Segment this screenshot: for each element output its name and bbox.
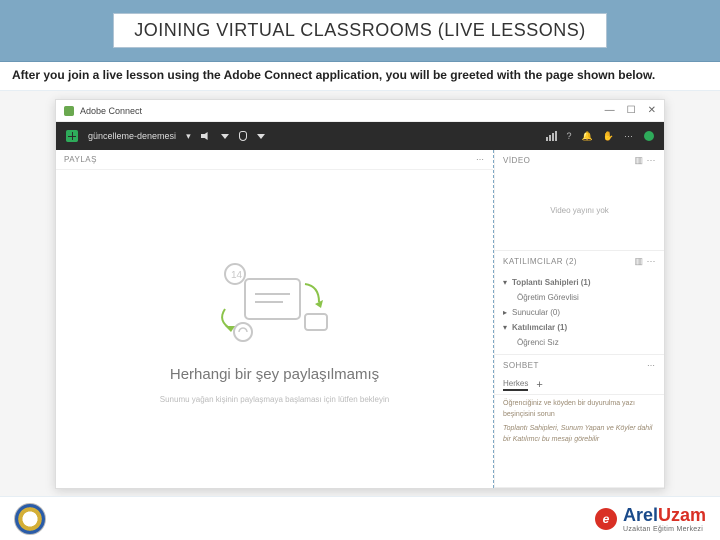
share-pod-header: PAYLAŞ ⋯ [56, 150, 493, 170]
chevron-down-icon: ▾ [503, 323, 507, 332]
logo-e-icon: e [595, 508, 617, 530]
app-icon [64, 106, 74, 116]
speaker-dropdown-icon[interactable] [221, 134, 229, 139]
app-name: Adobe Connect [80, 106, 142, 116]
share-pod-menu-icon[interactable]: ⋯ [476, 155, 485, 164]
video-pod: VİDEO ▥ ⋯ Video yayını yok [495, 150, 664, 251]
presenters-group-label: Sunucular (0) [512, 308, 560, 317]
room-name[interactable]: güncelleme-denemesi [88, 131, 176, 141]
brand-accent: Uzam [658, 505, 706, 525]
more-icon[interactable]: ⋯ [624, 131, 634, 142]
svg-text:14: 14 [231, 270, 243, 281]
hosts-group[interactable]: ▾ Toplantı Sahipleri (1) [503, 275, 656, 290]
app-body: PAYLAŞ ⋯ 14 [56, 150, 664, 488]
layouts-icon[interactable] [66, 130, 78, 142]
chat-add-tab[interactable]: + [536, 379, 542, 391]
participants-pod-menu-icon[interactable]: ▥ ⋯ [634, 256, 656, 267]
share-empty-state: 14 Herhangi bir şey paylaşılmamış Sunumu… [56, 170, 493, 488]
connection-icon[interactable] [546, 131, 557, 141]
notifications-icon[interactable]: 🔔 [582, 131, 593, 142]
attendees-group[interactable]: ▾ Katılımcılar (1) [503, 320, 656, 335]
host-name: Öğretim Görevlisi [517, 293, 579, 302]
screenshot-container: Adobe Connect — ☐ ✕ güncelleme-denemesi … [0, 91, 720, 489]
chat-pod-title: SOHBET [503, 361, 539, 370]
share-illustration: 14 [205, 254, 345, 354]
close-button[interactable]: ✕ [648, 105, 656, 116]
areluzam-logo: e ArelUzam Uzaktan Eğitim Merkezi [595, 505, 706, 533]
attendee-name: Öğrenci Sız [517, 338, 559, 347]
right-pods: VİDEO ▥ ⋯ Video yayını yok KATILIMCILAR … [494, 150, 664, 488]
hand-raise-icon[interactable]: ✋ [603, 131, 614, 142]
end-meeting-icon[interactable] [644, 131, 654, 141]
adobe-connect-window: Adobe Connect — ☐ ✕ güncelleme-denemesi … [55, 99, 665, 489]
video-pod-menu-icon[interactable]: ▥ ⋯ [634, 155, 656, 166]
share-pod: PAYLAŞ ⋯ 14 [56, 150, 494, 488]
chevron-down-icon: ▾ [503, 278, 507, 287]
slide-caption: After you join a live lesson using the A… [0, 62, 720, 91]
share-empty-title: Herhangi bir şey paylaşılmamış [170, 366, 379, 383]
speaker-icon[interactable] [201, 132, 211, 140]
microphone-icon[interactable] [239, 131, 247, 141]
chat-hint-2: Toplantı Sahipleri, Sunum Yapan ve Köyle… [503, 424, 656, 445]
app-toolbar: güncelleme-denemesi ▾ ? 🔔 ✋ ⋯ [56, 122, 664, 150]
share-empty-subtitle: Sunumu yağan kişinin paylaşmaya başlamas… [160, 395, 389, 404]
brand-main: Arel [623, 505, 658, 525]
chat-tab-everyone[interactable]: Herkes [503, 379, 528, 391]
presenters-group[interactable]: ▸ Sunucular (0) [503, 305, 656, 320]
slide-title: JOINING VIRTUAL CLASSROOMS (LIVE LESSONS… [113, 13, 607, 48]
chat-pod: SOHBET ⋯ Herkes + Öğrenciğiniz ve köyden… [495, 355, 664, 488]
university-seal-icon [14, 503, 46, 535]
participants-pod: KATILIMCILAR (2) ▥ ⋯ ▾ Toplantı Sahipler… [495, 251, 664, 355]
slide-footer: e ArelUzam Uzaktan Eğitim Merkezi [0, 496, 720, 540]
attendees-group-label: Katılımcılar (1) [512, 323, 567, 332]
window-titlebar: Adobe Connect — ☐ ✕ [56, 100, 664, 122]
participants-pod-title: KATILIMCILAR (2) [503, 257, 577, 266]
hosts-group-label: Toplantı Sahipleri (1) [512, 278, 591, 287]
help-icon[interactable]: ? [567, 131, 572, 141]
slide-banner: JOINING VIRTUAL CLASSROOMS (LIVE LESSONS… [0, 0, 720, 62]
mic-dropdown-icon[interactable] [257, 134, 265, 139]
chat-hint-1: Öğrenciğiniz ve köyden bir duyurulma yaz… [503, 399, 656, 420]
share-pod-title: PAYLAŞ [64, 155, 97, 164]
attendee-entry[interactable]: Öğrenci Sız [503, 335, 656, 350]
maximize-button[interactable]: ☐ [627, 105, 636, 116]
chevron-right-icon: ▸ [503, 308, 507, 317]
chat-placeholder: Öğrenciğiniz ve köyden bir duyurulma yaz… [495, 395, 664, 449]
minimize-button[interactable]: — [605, 105, 615, 116]
brand-subtitle: Uzaktan Eğitim Merkezi [623, 526, 706, 533]
host-entry[interactable]: Öğretim Görevlisi [503, 290, 656, 305]
chat-pod-menu-icon[interactable]: ⋯ [647, 361, 656, 370]
room-dropdown-icon[interactable]: ▾ [186, 131, 191, 142]
video-empty-text: Video yayını yok [495, 170, 664, 250]
video-pod-title: VİDEO [503, 156, 530, 165]
